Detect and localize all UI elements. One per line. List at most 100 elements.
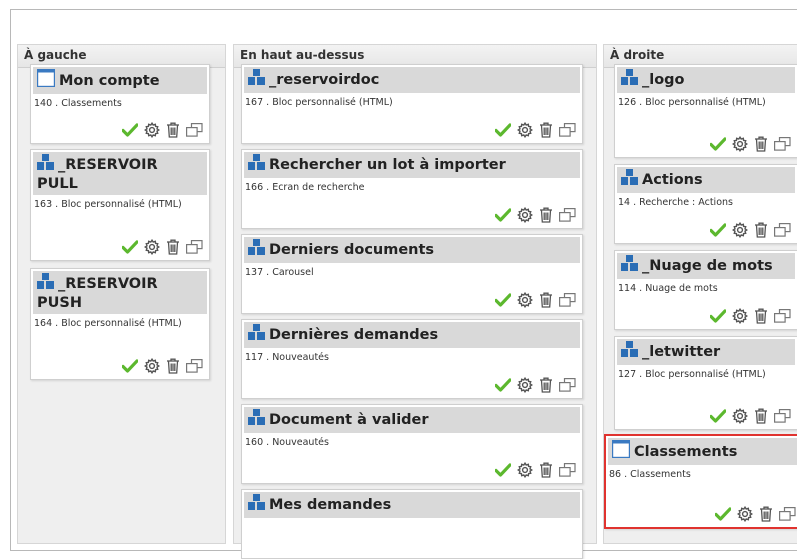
gear-icon[interactable]	[517, 462, 533, 478]
check-icon[interactable]	[122, 123, 138, 137]
block-card-selected[interactable]: Classements 86 . Classements	[604, 434, 797, 529]
check-icon[interactable]	[122, 359, 138, 373]
check-icon[interactable]	[710, 409, 726, 423]
block-card[interactable]: Derniers documents 137 . Carousel	[241, 234, 583, 314]
copy-icon[interactable]	[559, 208, 576, 222]
blocks-icon	[621, 169, 638, 191]
trash-icon[interactable]	[539, 122, 553, 138]
trash-icon[interactable]	[754, 136, 768, 152]
block-card[interactable]: Document à valider 160 . Nouveautés	[241, 404, 583, 484]
block-actions	[710, 407, 791, 425]
copy-icon[interactable]	[559, 123, 576, 137]
trash-icon[interactable]	[539, 207, 553, 223]
block-description: 164 . Bloc personnalisé (HTML)	[34, 318, 182, 329]
gear-icon[interactable]	[732, 136, 748, 152]
gear-icon[interactable]	[144, 239, 160, 255]
block-card[interactable]: Rechercher un lot à importer 166 . Ecran …	[241, 149, 583, 229]
trash-icon[interactable]	[539, 462, 553, 478]
trash-icon[interactable]	[166, 122, 180, 138]
gear-icon[interactable]	[517, 377, 533, 393]
block-card[interactable]: Mes demandes	[241, 489, 583, 559]
block-actions	[122, 238, 203, 256]
copy-icon[interactable]	[774, 409, 791, 423]
trash-icon[interactable]	[754, 408, 768, 424]
check-icon[interactable]	[495, 463, 511, 477]
gear-icon[interactable]	[144, 122, 160, 138]
copy-icon[interactable]	[186, 240, 203, 254]
copy-icon[interactable]	[186, 123, 203, 137]
block-title-text: _RESERVOIR PUSH	[37, 276, 158, 311]
block-description: 160 . Nouveautés	[245, 437, 329, 448]
block-card[interactable]: _reservoirdoc 167 . Bloc personnalisé (HT…	[241, 64, 583, 144]
trash-icon[interactable]	[166, 358, 180, 374]
block-title[interactable]: _letwitter	[617, 339, 795, 365]
block-title[interactable]: Dernières demandes	[244, 322, 580, 348]
blocks-icon	[248, 324, 265, 346]
check-icon[interactable]	[495, 123, 511, 137]
block-title[interactable]: _logo	[617, 67, 795, 93]
block-title-text: Actions	[642, 172, 703, 188]
block-description: 117 . Nouveautés	[245, 352, 329, 363]
block-actions	[710, 221, 791, 239]
block-card[interactable]: Mon compte 140 . Classements	[30, 64, 210, 144]
block-title[interactable]: _RESERVOIR PUSH	[33, 271, 207, 314]
gear-icon[interactable]	[737, 506, 753, 522]
gear-icon[interactable]	[517, 122, 533, 138]
block-title[interactable]: _RESERVOIR PULL	[33, 152, 207, 195]
block-title[interactable]: Document à valider	[244, 407, 580, 433]
copy-icon[interactable]	[774, 223, 791, 237]
check-icon[interactable]	[710, 223, 726, 237]
block-title-text: Mon compte	[59, 73, 160, 89]
gear-icon[interactable]	[144, 358, 160, 374]
gear-icon[interactable]	[517, 207, 533, 223]
blocks-icon	[621, 255, 638, 277]
blocks-icon	[621, 69, 638, 91]
copy-icon[interactable]	[779, 507, 796, 521]
trash-icon[interactable]	[539, 377, 553, 393]
check-icon[interactable]	[122, 240, 138, 254]
blocks-icon	[248, 69, 265, 91]
block-title-text: Classements	[634, 444, 738, 460]
block-card[interactable]: _Nuage de mots 114 . Nuage de mots	[614, 250, 797, 330]
block-description: 114 . Nuage de mots	[618, 283, 718, 294]
block-card[interactable]: _logo 126 . Bloc personnalisé (HTML)	[614, 64, 797, 158]
copy-icon[interactable]	[559, 463, 576, 477]
check-icon[interactable]	[710, 137, 726, 151]
gear-icon[interactable]	[517, 292, 533, 308]
block-actions	[122, 357, 203, 375]
block-title[interactable]: Actions	[617, 167, 795, 193]
copy-icon[interactable]	[186, 359, 203, 373]
block-title[interactable]: _reservoirdoc	[244, 67, 580, 93]
trash-icon[interactable]	[166, 239, 180, 255]
copy-icon[interactable]	[559, 378, 576, 392]
check-icon[interactable]	[495, 293, 511, 307]
block-title[interactable]: Classements	[608, 438, 797, 465]
block-title[interactable]: Mes demandes	[244, 492, 580, 518]
check-icon[interactable]	[715, 507, 731, 521]
gear-icon[interactable]	[732, 308, 748, 324]
gear-icon[interactable]	[732, 222, 748, 238]
trash-icon[interactable]	[754, 222, 768, 238]
gear-icon[interactable]	[732, 408, 748, 424]
block-card[interactable]: Dernières demandes 117 . Nouveautés	[241, 319, 583, 399]
block-title[interactable]: Derniers documents	[244, 237, 580, 263]
trash-icon[interactable]	[539, 292, 553, 308]
check-icon[interactable]	[710, 309, 726, 323]
block-card[interactable]: _letwitter 127 . Bloc personnalisé (HTML)	[614, 336, 797, 430]
trash-icon[interactable]	[759, 506, 773, 522]
block-card[interactable]: _RESERVOIR PULL 163 . Bloc personnalisé (…	[30, 149, 210, 261]
trash-icon[interactable]	[754, 308, 768, 324]
block-actions	[495, 206, 576, 224]
check-icon[interactable]	[495, 378, 511, 392]
block-card[interactable]: Actions 14 . Recherche : Actions	[614, 164, 797, 244]
block-card[interactable]: _RESERVOIR PUSH 164 . Bloc personnalisé (…	[30, 268, 210, 380]
block-title[interactable]: Mon compte	[33, 67, 207, 94]
block-title-text: _letwitter	[642, 344, 721, 360]
copy-icon[interactable]	[774, 309, 791, 323]
block-title-text: Mes demandes	[269, 497, 392, 513]
copy-icon[interactable]	[774, 137, 791, 151]
block-title[interactable]: _Nuage de mots	[617, 253, 795, 279]
check-icon[interactable]	[495, 208, 511, 222]
copy-icon[interactable]	[559, 293, 576, 307]
block-title[interactable]: Rechercher un lot à importer	[244, 152, 580, 178]
